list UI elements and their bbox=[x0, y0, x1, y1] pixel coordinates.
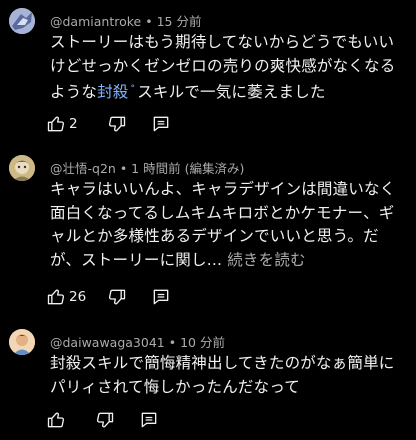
comment-meta: @壮悟-q2n • 1 時間前 (編集済み) bbox=[50, 158, 244, 177]
like-button[interactable]: 2 bbox=[46, 114, 78, 134]
author-name[interactable]: @damiantroke bbox=[50, 14, 141, 29]
reply-icon bbox=[153, 289, 169, 305]
comment-actions: 2 bbox=[46, 112, 171, 136]
dislike-button[interactable] bbox=[107, 114, 127, 134]
dislike-icon bbox=[96, 412, 114, 428]
avatar-image bbox=[9, 8, 35, 34]
comment-actions: 26 bbox=[46, 285, 171, 309]
like-button[interactable] bbox=[46, 410, 66, 430]
comment-meta: @damiantroke • 15 分前 bbox=[50, 11, 201, 30]
like-button[interactable]: 26 bbox=[46, 287, 86, 307]
comment-time: 15 分前 bbox=[156, 14, 202, 29]
comment-actions bbox=[46, 408, 159, 432]
comment-time: 1 時間前 bbox=[131, 161, 181, 176]
avatar-image bbox=[9, 155, 35, 181]
author-name[interactable]: @壮悟-q2n bbox=[50, 161, 116, 176]
hashtag-link[interactable]: 封殺 bbox=[97, 83, 128, 101]
avatar-damiantroke[interactable] bbox=[9, 8, 35, 34]
comment-text: ストーリーはもう期待してないからどうでもいいけどせっかくゼンゼロの売りの爽快感が… bbox=[50, 31, 406, 105]
dislike-button[interactable] bbox=[95, 410, 115, 430]
dislike-icon bbox=[108, 116, 125, 132]
avatar-sougo[interactable] bbox=[9, 155, 35, 181]
read-more-link[interactable]: 続きを読む bbox=[227, 251, 306, 269]
reply-button[interactable] bbox=[151, 287, 171, 307]
edited-label: (編集済み) bbox=[184, 161, 245, 176]
dislike-icon bbox=[109, 289, 126, 305]
separator: • bbox=[145, 14, 153, 29]
like-icon bbox=[47, 412, 65, 428]
separator: • bbox=[119, 161, 128, 176]
author-name[interactable]: @daiwawaga3041 bbox=[50, 335, 165, 350]
separator: • bbox=[168, 335, 177, 350]
comment-time: 10 分前 bbox=[180, 335, 225, 350]
like-icon bbox=[47, 116, 65, 132]
reply-icon bbox=[141, 412, 157, 428]
comment-text-content: キャラはいいんよ、キャラデザインは間違いなく面白くなってるしムキムキロボとかケモ… bbox=[50, 180, 396, 269]
comment-text: キャラはいいんよ、キャラデザインは間違いなく面白くなってるしムキムキロボとかケモ… bbox=[50, 178, 406, 272]
comment-meta: @daiwawaga3041 • 10 分前 bbox=[50, 332, 225, 351]
comment-text-after: スキルで一気に萎えました bbox=[137, 83, 326, 101]
like-count: 2 bbox=[69, 116, 78, 132]
dislike-button[interactable] bbox=[107, 287, 127, 307]
like-icon bbox=[47, 289, 65, 305]
link-icon: ° bbox=[130, 84, 136, 94]
reply-button[interactable] bbox=[139, 410, 159, 430]
reply-button[interactable] bbox=[151, 114, 171, 134]
avatar-image bbox=[9, 329, 35, 355]
like-count: 26 bbox=[69, 289, 87, 305]
reply-icon bbox=[153, 116, 168, 132]
avatar-daiwawaga[interactable] bbox=[9, 329, 35, 355]
comment-text: 封殺スキルで簡悔精神出してきたのがなぁ簡単にパリィされて悔しかったんだなって bbox=[50, 354, 395, 396]
